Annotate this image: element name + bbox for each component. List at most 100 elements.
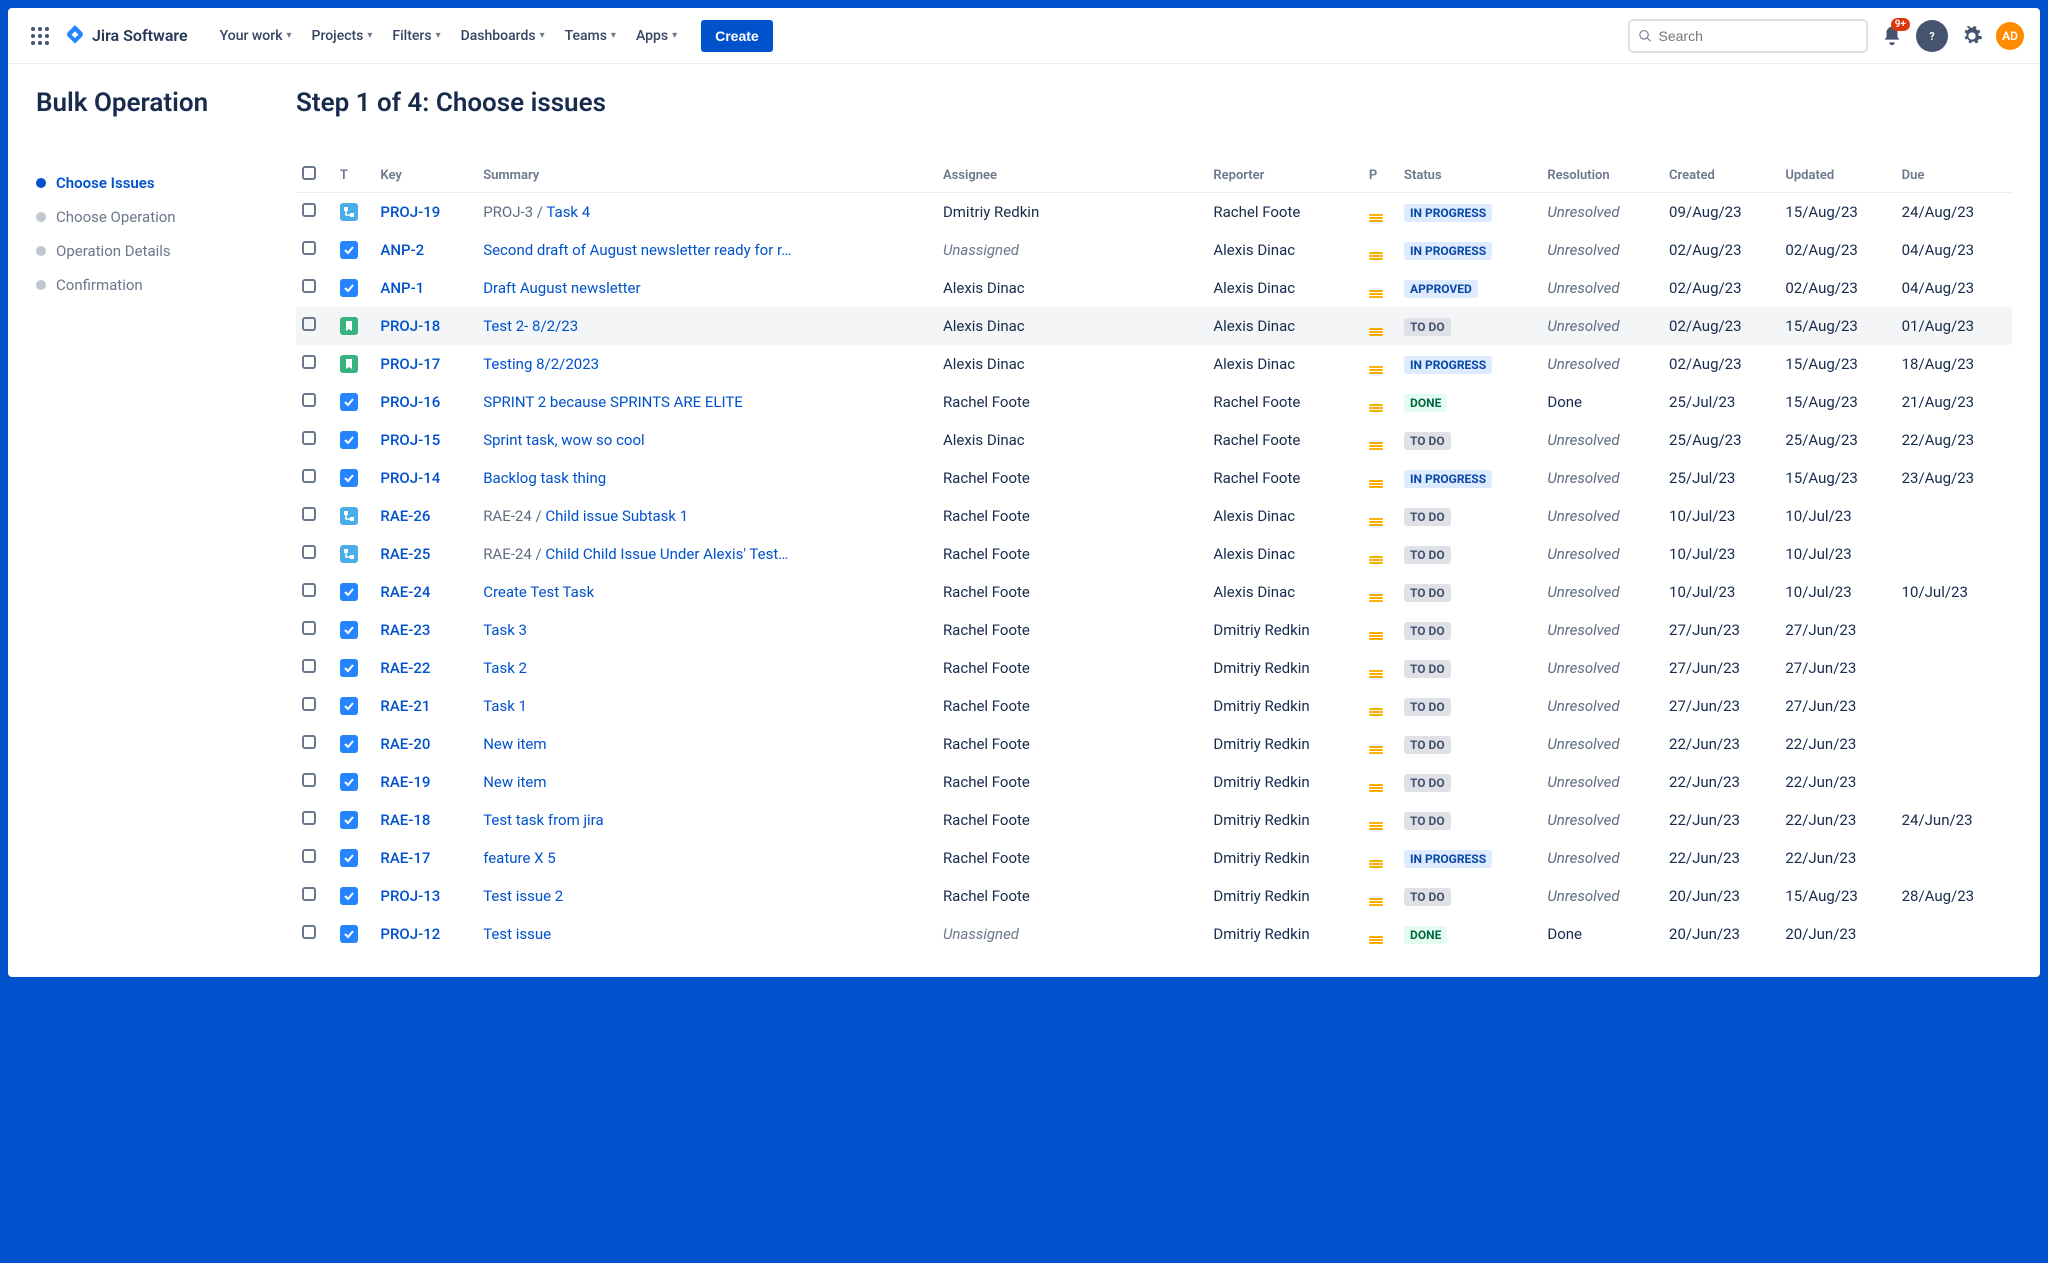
column-header-created[interactable]: Created bbox=[1663, 158, 1779, 193]
row-checkbox[interactable] bbox=[302, 621, 316, 635]
select-all-checkbox[interactable] bbox=[302, 166, 316, 180]
table-row: PROJ-18 Test 2- 8/2/23 Alexis Dinac Alex… bbox=[296, 307, 2012, 345]
notifications-icon[interactable]: 9+ bbox=[1876, 20, 1908, 52]
summary-link[interactable]: Task 4 bbox=[546, 203, 590, 221]
reporter: Alexis Dinac bbox=[1213, 317, 1295, 335]
issue-key-link[interactable]: ANP-2 bbox=[380, 241, 424, 259]
column-header-updated[interactable]: Updated bbox=[1779, 158, 1895, 193]
issue-key-link[interactable]: PROJ-12 bbox=[380, 925, 440, 943]
row-checkbox[interactable] bbox=[302, 317, 316, 331]
summary-link[interactable]: Test 2- 8/2/23 bbox=[483, 317, 578, 335]
column-header-assignee[interactable]: Assignee bbox=[937, 158, 1207, 193]
issue-key-link[interactable]: RAE-25 bbox=[380, 545, 430, 563]
issue-key-link[interactable]: PROJ-17 bbox=[380, 355, 440, 373]
column-header-status[interactable]: Status bbox=[1398, 158, 1541, 193]
nav-item-filters[interactable]: Filters▾ bbox=[384, 22, 448, 50]
step-confirmation[interactable]: Confirmation bbox=[36, 268, 256, 302]
updated-date: 10/Jul/23 bbox=[1785, 507, 1851, 525]
row-checkbox[interactable] bbox=[302, 773, 316, 787]
row-checkbox[interactable] bbox=[302, 887, 316, 901]
app-switcher-icon[interactable] bbox=[24, 20, 56, 52]
issue-key-link[interactable]: RAE-21 bbox=[380, 697, 430, 715]
summary-link[interactable]: feature X 5 bbox=[483, 849, 556, 867]
issue-key-link[interactable]: PROJ-13 bbox=[380, 887, 440, 905]
summary-link[interactable]: Test issue bbox=[483, 925, 551, 943]
row-checkbox[interactable] bbox=[302, 849, 316, 863]
nav-item-projects[interactable]: Projects▾ bbox=[304, 22, 381, 50]
settings-icon[interactable] bbox=[1956, 20, 1988, 52]
row-checkbox[interactable] bbox=[302, 393, 316, 407]
nav-item-your-work[interactable]: Your work▾ bbox=[212, 22, 300, 50]
summary-link[interactable]: Sprint task, wow so cool bbox=[483, 431, 645, 449]
step-operation-details[interactable]: Operation Details bbox=[36, 234, 256, 268]
search-box[interactable] bbox=[1628, 19, 1868, 53]
product-logo[interactable]: Jira Software bbox=[64, 25, 188, 47]
summary-link[interactable]: SPRINT 2 because SPRINTS ARE ELITE bbox=[483, 393, 743, 411]
issue-key-link[interactable]: ANP-1 bbox=[380, 279, 424, 297]
row-checkbox[interactable] bbox=[302, 697, 316, 711]
summary-link[interactable]: Child issue Subtask 1 bbox=[545, 507, 688, 525]
summary-link[interactable]: Backlog task thing bbox=[483, 469, 606, 487]
summary-link[interactable]: Second draft of August newsletter ready … bbox=[483, 241, 791, 259]
column-header-summary[interactable]: Summary bbox=[477, 158, 937, 193]
summary-link[interactable]: Task 2 bbox=[483, 659, 527, 677]
issue-key-link[interactable]: RAE-18 bbox=[380, 811, 430, 829]
issue-type-task-icon bbox=[340, 773, 358, 791]
issue-key-link[interactable]: RAE-17 bbox=[380, 849, 430, 867]
create-button[interactable]: Create bbox=[701, 20, 773, 52]
row-checkbox[interactable] bbox=[302, 735, 316, 749]
row-checkbox[interactable] bbox=[302, 583, 316, 597]
summary-link[interactable]: Task 1 bbox=[483, 697, 527, 715]
summary-link[interactable]: Task 3 bbox=[483, 621, 527, 639]
summary-link[interactable]: Draft August newsletter bbox=[483, 279, 640, 297]
row-checkbox[interactable] bbox=[302, 545, 316, 559]
issue-key-link[interactable]: PROJ-14 bbox=[380, 469, 440, 487]
summary-link[interactable]: Child Child Issue Under Alexis' Test… bbox=[545, 545, 788, 563]
table-row: PROJ-17 Testing 8/2/2023 Alexis Dinac Al… bbox=[296, 345, 2012, 383]
row-checkbox[interactable] bbox=[302, 431, 316, 445]
step-choose-operation[interactable]: Choose Operation bbox=[36, 200, 256, 234]
issue-key-link[interactable]: RAE-20 bbox=[380, 735, 430, 753]
column-header-t[interactable]: T bbox=[334, 158, 375, 193]
row-checkbox[interactable] bbox=[302, 811, 316, 825]
column-header-key[interactable]: Key bbox=[374, 158, 477, 193]
issue-type-task-icon bbox=[340, 735, 358, 753]
column-header-p[interactable]: P bbox=[1363, 158, 1398, 193]
search-input[interactable] bbox=[1659, 28, 1858, 44]
row-checkbox[interactable] bbox=[302, 241, 316, 255]
summary-link[interactable]: New item bbox=[483, 735, 546, 753]
row-checkbox[interactable] bbox=[302, 925, 316, 939]
issue-key-link[interactable]: RAE-24 bbox=[380, 583, 430, 601]
nav-item-teams[interactable]: Teams▾ bbox=[557, 22, 624, 50]
table-row: PROJ-12 Test issue Unassigned Dmitriy Re… bbox=[296, 915, 2012, 953]
row-checkbox[interactable] bbox=[302, 355, 316, 369]
summary-link[interactable]: Test task from jira bbox=[483, 811, 603, 829]
column-header-due[interactable]: Due bbox=[1896, 158, 2012, 193]
issue-key-link[interactable]: PROJ-18 bbox=[380, 317, 440, 335]
issue-key-link[interactable]: RAE-23 bbox=[380, 621, 430, 639]
row-checkbox[interactable] bbox=[302, 659, 316, 673]
issue-key-link[interactable]: PROJ-15 bbox=[380, 431, 440, 449]
resolution: Unresolved bbox=[1547, 469, 1619, 487]
issue-key-link[interactable]: RAE-22 bbox=[380, 659, 430, 677]
issue-key-link[interactable]: RAE-19 bbox=[380, 773, 430, 791]
issue-key-link[interactable]: RAE-26 bbox=[380, 507, 430, 525]
row-checkbox[interactable] bbox=[302, 279, 316, 293]
summary-link[interactable]: Testing 8/2/2023 bbox=[483, 355, 599, 373]
issue-key-link[interactable]: PROJ-19 bbox=[380, 203, 440, 221]
user-avatar[interactable]: AD bbox=[1996, 22, 2024, 50]
issue-key-link[interactable]: PROJ-16 bbox=[380, 393, 440, 411]
nav-item-dashboards[interactable]: Dashboards▾ bbox=[453, 22, 553, 50]
summary-link[interactable]: Create Test Task bbox=[483, 583, 594, 601]
row-checkbox[interactable] bbox=[302, 507, 316, 521]
status-badge: TO DO bbox=[1404, 660, 1451, 678]
nav-item-apps[interactable]: Apps▾ bbox=[628, 22, 685, 50]
summary-link[interactable]: New item bbox=[483, 773, 546, 791]
row-checkbox[interactable] bbox=[302, 203, 316, 217]
column-header-resolution[interactable]: Resolution bbox=[1541, 158, 1663, 193]
summary-link[interactable]: Test issue 2 bbox=[483, 887, 563, 905]
row-checkbox[interactable] bbox=[302, 469, 316, 483]
column-header-reporter[interactable]: Reporter bbox=[1207, 158, 1363, 193]
help-icon[interactable]: ? bbox=[1916, 20, 1948, 52]
updated-date: 10/Jul/23 bbox=[1785, 545, 1851, 563]
